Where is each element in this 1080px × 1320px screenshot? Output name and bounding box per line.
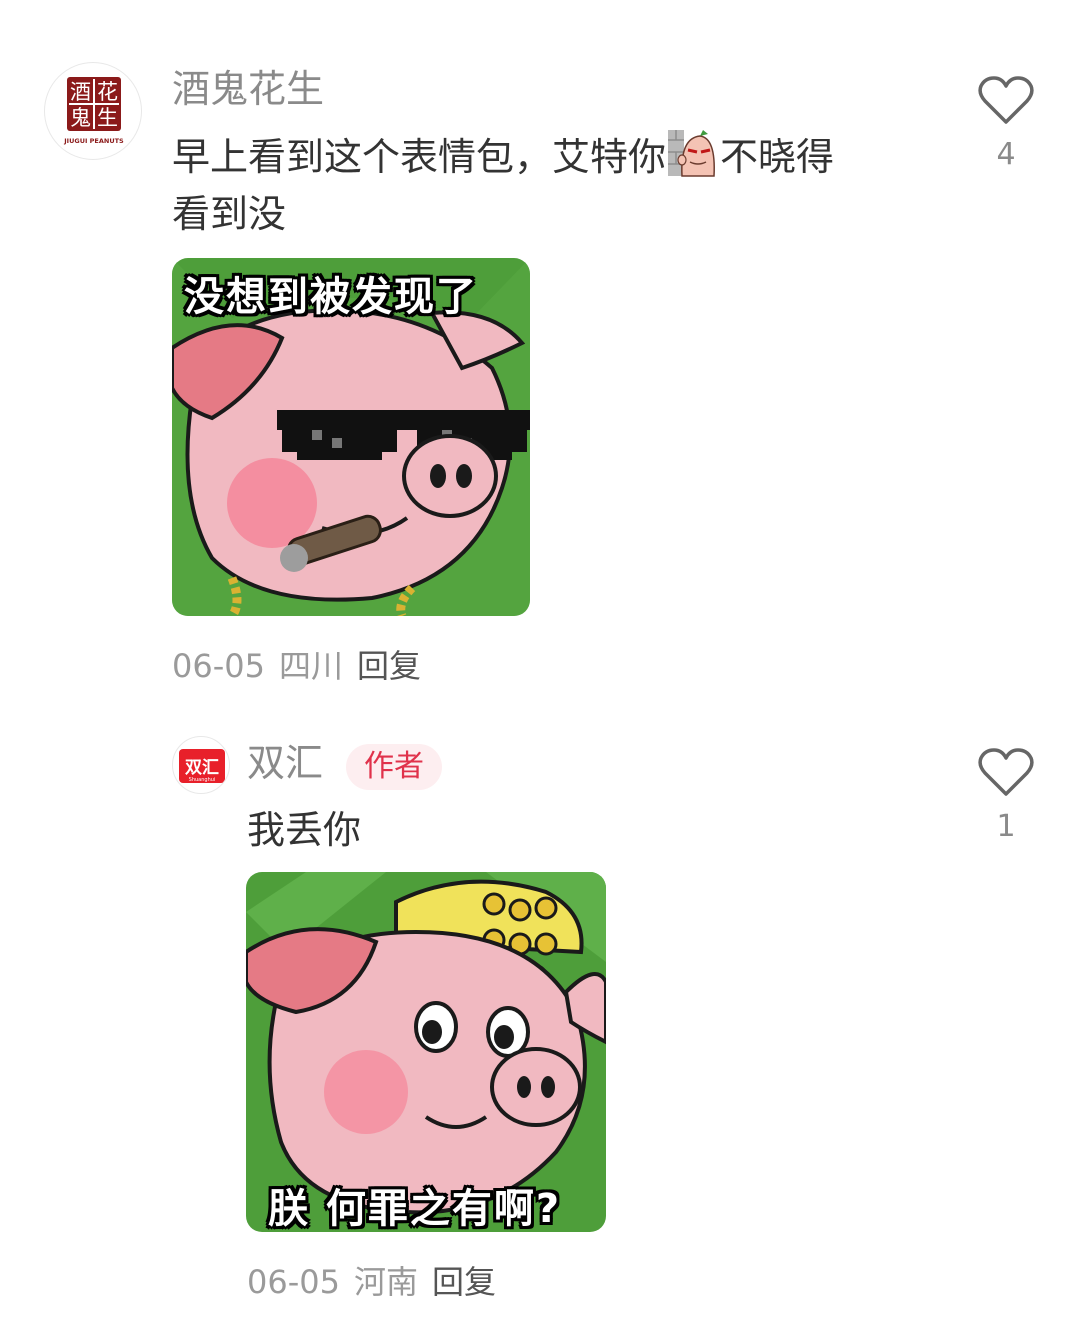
like-count: 4	[996, 137, 1016, 172]
reply-button[interactable]: 回复	[357, 647, 421, 685]
like-button[interactable]: 4	[976, 76, 1036, 170]
avatar-char: 生	[97, 106, 118, 130]
comment-text-part: 早上看到这个表情包，艾特你	[172, 135, 667, 179]
avatar-subtext: JIUGUI PEANUTS	[63, 137, 124, 145]
jiugui-peanuts-logo: 酒 花 鬼 生 JIUGUI PEANUTS	[63, 77, 124, 145]
avatar-subtext: Shuanghui	[189, 777, 216, 783]
heart-outline-icon	[978, 76, 1034, 124]
comment-meta: 06-05 四川 回复	[172, 650, 435, 682]
avatar-char: 鬼	[70, 106, 91, 130]
avatar-text: 双汇	[185, 758, 219, 778]
comment-text-line: 看到没	[172, 192, 287, 236]
author-badge: 作者	[346, 744, 442, 790]
avatar[interactable]: 酒 花 鬼 生 JIUGUI PEANUTS	[44, 62, 142, 160]
sticker-image[interactable]: 朕 何罪之有啊?	[246, 872, 606, 1232]
comment-date: 06-05	[247, 1263, 340, 1301]
shuanghui-logo: 双汇 Shuanghui	[179, 749, 225, 783]
reply-button[interactable]: 回复	[432, 1263, 496, 1301]
avatar-char: 酒	[70, 80, 91, 104]
sticker-caption: 朕 何罪之有啊?	[268, 1186, 562, 1232]
avatar-char: 花	[97, 80, 118, 104]
like-count: 1	[996, 809, 1016, 844]
username[interactable]: 双汇	[247, 744, 323, 782]
comment-location: 河南	[353, 1263, 418, 1301]
peeking-face-emoji	[668, 128, 718, 178]
sticker-image[interactable]: 没想到被发现了	[172, 258, 530, 616]
heart-outline-icon	[978, 748, 1034, 796]
comment-meta: 06-05 河南 回复	[247, 1266, 510, 1298]
comment-text: 我丢你	[247, 808, 362, 852]
comment-reply-item: 双汇 Shuanghui 双汇 作者 我丢你 朕 何罪之有啊? 06-05 河南…	[0, 700, 1080, 1320]
comment-text: 早上看到这个表情包，艾特你 不晓得 看到没	[172, 128, 932, 243]
avatar[interactable]: 双汇 Shuanghui	[172, 736, 230, 794]
sticker-caption: 没想到被发现了	[184, 274, 478, 320]
username[interactable]: 酒鬼花生	[172, 70, 324, 108]
comment-item: 酒 花 鬼 生 JIUGUI PEANUTS 酒鬼花生 早上看到这个表情包，艾特…	[0, 0, 1080, 700]
comment-date: 06-05	[172, 647, 265, 685]
comment-location: 四川	[278, 647, 343, 685]
comment-text-part: 不晓得	[720, 135, 835, 179]
like-button[interactable]: 1	[976, 748, 1036, 842]
